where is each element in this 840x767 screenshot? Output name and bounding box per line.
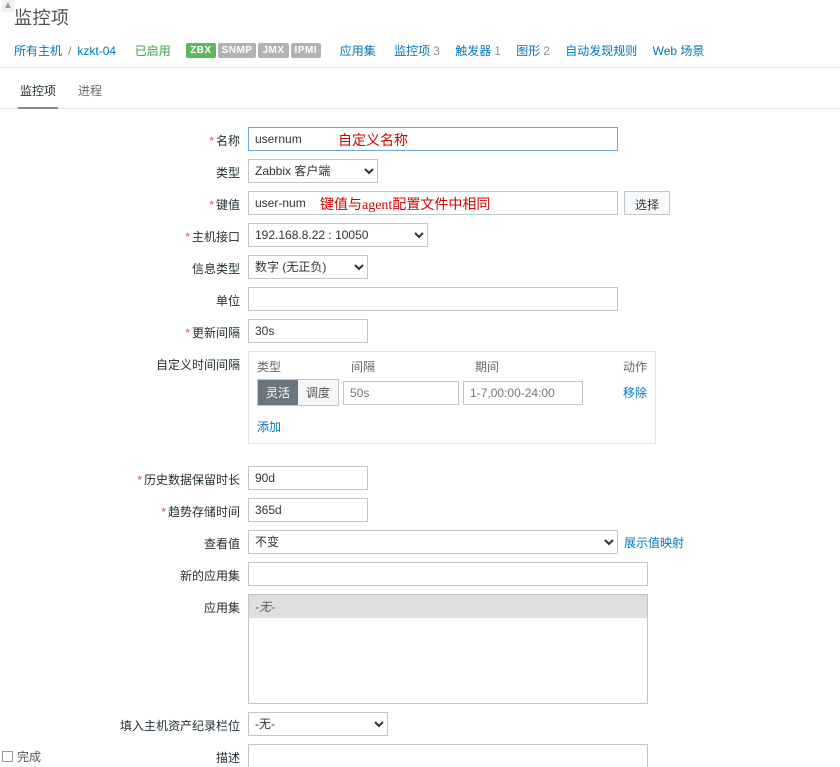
- showvalue-mapping-link[interactable]: 展示值映射: [624, 534, 684, 551]
- footer-stop-icon: [2, 751, 13, 762]
- type-select[interactable]: Zabbix 客户端: [248, 159, 378, 183]
- nav-web[interactable]: Web 场景: [653, 42, 705, 59]
- interval-type-segment: 灵活 调度: [257, 379, 339, 406]
- badge-jmx: JMX: [258, 43, 288, 58]
- label-type: 类型: [216, 166, 240, 180]
- label-custom-interval: 自定义时间间隔: [156, 358, 240, 372]
- seg-scheduling[interactable]: 调度: [298, 380, 338, 405]
- custom-interval-box: 类型 间隔 期间 动作 灵活 调度 移除 添加: [248, 351, 656, 444]
- ih-period: 期间: [475, 358, 607, 375]
- key-select-button[interactable]: 选择: [624, 191, 670, 215]
- tab-process[interactable]: 进程: [76, 76, 104, 109]
- unit-input[interactable]: [248, 287, 618, 311]
- nav-graphs[interactable]: 图形2: [516, 42, 550, 59]
- label-description: 描述: [216, 751, 240, 765]
- breadcrumb-sep: /: [68, 44, 71, 58]
- label-update-interval: 更新间隔: [192, 326, 240, 340]
- badge-zbx: ZBX: [186, 43, 216, 58]
- badge-ipmi: IPMI: [291, 43, 322, 58]
- nav-items[interactable]: 监控项3: [394, 42, 440, 59]
- label-history: 历史数据保留时长: [144, 473, 240, 487]
- nav-triggers[interactable]: 触发器1: [455, 42, 501, 59]
- breadcrumb-all-hosts[interactable]: 所有主机: [14, 42, 62, 59]
- applications-listbox[interactable]: -无-: [248, 594, 648, 704]
- label-inventory: 填入主机资产纪录栏位: [120, 719, 240, 733]
- interval-value-input[interactable]: [343, 381, 459, 405]
- page-title: 监控项: [0, 0, 840, 38]
- label-unit: 单位: [216, 294, 240, 308]
- host-navbar: 所有主机 / kzkt-04 已启用 ZBX SNMP JMX IPMI 应用集…: [0, 38, 840, 68]
- update-interval-input[interactable]: [248, 319, 368, 343]
- annotation-key: 键值与agent配置文件中相同: [320, 194, 490, 214]
- footer-done: 完成: [17, 748, 41, 765]
- ih-type: 类型: [257, 358, 351, 375]
- footer: 完成: [2, 746, 41, 767]
- breadcrumb-host[interactable]: kzkt-04: [77, 44, 116, 58]
- interface-badges: ZBX SNMP JMX IPMI: [186, 43, 321, 58]
- seg-flexible[interactable]: 灵活: [258, 380, 298, 405]
- label-apps: 应用集: [204, 601, 240, 615]
- item-form: *名称 自定义名称 类型 Zabbix 客户端 *键值 选择 键值与agent配…: [0, 109, 840, 767]
- ih-action: 动作: [607, 358, 647, 375]
- nav-discovery[interactable]: 自动发现规则: [565, 42, 637, 59]
- label-interface: 主机接口: [192, 230, 240, 244]
- label-infotype: 信息类型: [192, 262, 240, 276]
- ih-interval: 间隔: [351, 358, 475, 375]
- inventory-select[interactable]: -无-: [248, 712, 388, 736]
- newapp-input[interactable]: [248, 562, 648, 586]
- label-showvalue: 查看值: [204, 537, 240, 551]
- infotype-select[interactable]: 数字 (无正负): [248, 255, 368, 279]
- label-key: 键值: [216, 198, 240, 212]
- interval-remove-link[interactable]: 移除: [623, 384, 647, 401]
- interval-period-input[interactable]: [463, 381, 583, 405]
- tab-items[interactable]: 监控项: [18, 76, 58, 109]
- description-textarea[interactable]: [248, 744, 648, 767]
- label-name: 名称: [216, 134, 240, 148]
- trends-input[interactable]: [248, 498, 368, 522]
- app-option-none[interactable]: -无-: [249, 595, 647, 618]
- scroll-up-icon: ▲: [2, 0, 14, 12]
- showvalue-select[interactable]: 不变: [248, 530, 618, 554]
- label-newapp: 新的应用集: [180, 569, 240, 583]
- status-enabled: 已启用: [135, 42, 171, 59]
- badge-snmp: SNMP: [218, 43, 257, 58]
- annotation-name: 自定义名称: [338, 130, 408, 150]
- name-input[interactable]: [248, 127, 618, 151]
- history-input[interactable]: [248, 466, 368, 490]
- label-trends: 趋势存储时间: [168, 505, 240, 519]
- nav-applications[interactable]: 应用集: [340, 42, 379, 59]
- interval-add-link[interactable]: 添加: [249, 414, 289, 443]
- interface-select[interactable]: 192.168.8.22 : 10050: [248, 223, 428, 247]
- tabs: 监控项 进程: [0, 68, 840, 109]
